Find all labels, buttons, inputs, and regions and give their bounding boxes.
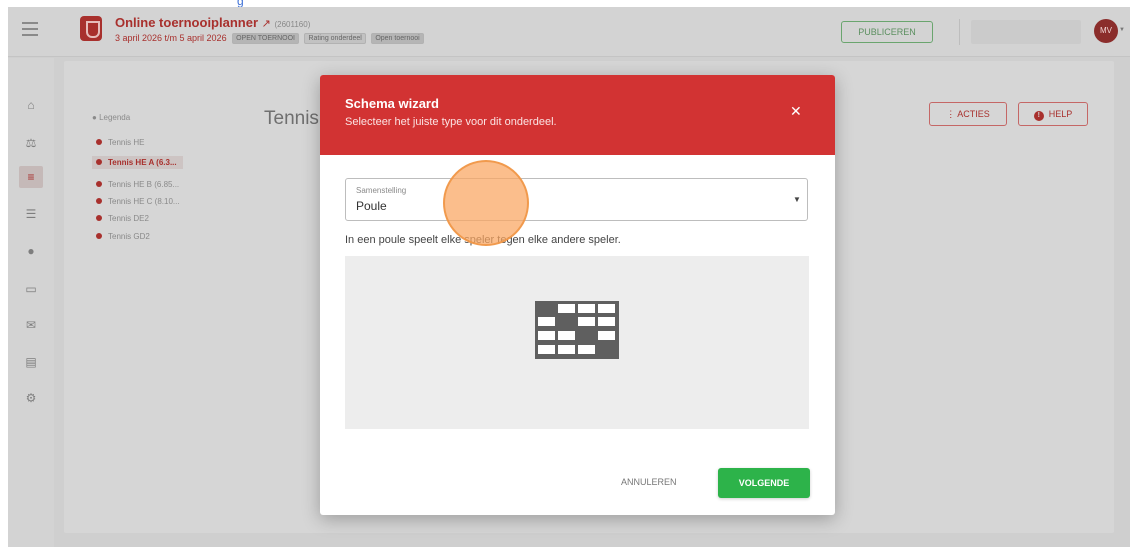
- list-item[interactable]: Tennis HE C (8.10...: [96, 197, 180, 206]
- dot-icon: [96, 198, 102, 204]
- top-bar: Online toernooiplanner ↗ (2601160) 3 apr…: [8, 7, 1130, 57]
- list-item-active[interactable]: Tennis HE A (6.3...: [92, 156, 183, 169]
- bracket-icon[interactable]: ☰: [22, 205, 40, 223]
- list-item[interactable]: Tennis DE2: [96, 214, 149, 223]
- schema-wizard-dialog: Schema wizard Selecteer het juiste type …: [320, 75, 835, 515]
- poule-grid-icon: [535, 301, 619, 359]
- chevron-down-icon[interactable]: ▼: [793, 195, 801, 204]
- rating-badge: Rating onderdeel: [304, 33, 366, 44]
- user-name-box[interactable]: [971, 20, 1081, 44]
- legend-title-text: Legenda: [99, 113, 131, 122]
- close-icon[interactable]: ✕: [790, 103, 802, 120]
- mail-icon[interactable]: ✉: [22, 316, 40, 334]
- ball-icon[interactable]: ●: [22, 242, 40, 260]
- page-title: Tennis: [264, 108, 319, 129]
- print-icon[interactable]: ▤: [22, 353, 40, 371]
- monitor-icon[interactable]: ▭: [22, 280, 40, 298]
- list-item[interactable]: Tennis HE: [96, 138, 144, 147]
- dot-icon: [96, 215, 102, 221]
- type-badge: Open toernooi: [371, 33, 424, 44]
- help-label: HELP: [1048, 109, 1073, 119]
- app-title[interactable]: Online toernooiplanner ↗ (2601160): [115, 15, 310, 30]
- home-icon[interactable]: ⌂: [22, 96, 40, 114]
- samenstelling-select[interactable]: Samenstelling Poule ▼: [345, 178, 808, 221]
- avatar[interactable]: MV: [1094, 19, 1118, 43]
- acties-label: ACTIES: [957, 109, 990, 119]
- dialog-title: Schema wizard: [345, 96, 439, 111]
- settings-icon[interactable]: ⚙: [22, 389, 40, 407]
- schema-preview: [345, 256, 809, 429]
- list-item[interactable]: Tennis HE B (6.85...: [96, 180, 179, 189]
- shield-logo-icon: [80, 16, 102, 41]
- list-item-label: Tennis GD2: [108, 232, 150, 241]
- status-badge: OPEN TOERNOOI: [232, 33, 299, 44]
- dot-icon: [96, 139, 102, 145]
- dot-icon: [96, 159, 102, 165]
- publish-button[interactable]: PUBLICEREN: [841, 21, 933, 43]
- help-button[interactable]: ! HELP: [1018, 102, 1088, 126]
- dot-icon: [96, 233, 102, 239]
- tournament-dates: 3 april 2026 t/m 5 april 2026 OPEN TOERN…: [115, 33, 424, 44]
- hamburger-menu-icon[interactable]: [22, 22, 38, 36]
- cancel-button[interactable]: ANNULEREN: [621, 477, 677, 487]
- next-button[interactable]: VOLGENDE: [718, 468, 810, 498]
- info-icon: !: [1033, 111, 1044, 121]
- list-icon[interactable]: ≡: [19, 166, 43, 188]
- acties-button[interactable]: ⋮ ACTIES: [929, 102, 1007, 126]
- list-item-label: Tennis HE B (6.85...: [108, 180, 180, 189]
- list-item[interactable]: Tennis GD2: [96, 232, 150, 241]
- dot-icon: [96, 181, 102, 187]
- select-value: Poule: [356, 199, 387, 213]
- top-strip: g: [0, 0, 1135, 8]
- date-range: 3 april 2026 t/m 5 april 2026: [115, 33, 227, 43]
- chevron-down-icon[interactable]: ▼: [1119, 27, 1125, 33]
- dialog-subtitle: Selecteer het juiste type voor dit onder…: [345, 116, 557, 128]
- tournament-id: (2601160): [274, 20, 311, 29]
- dialog-header: Schema wizard Selecteer het juiste type …: [320, 75, 835, 155]
- divider: [959, 19, 960, 45]
- list-item-label: Tennis HE: [108, 138, 145, 147]
- schema-description: In een poule speelt elke speler tegen el…: [345, 234, 621, 246]
- icon-rail: ⌂ ⚖ ≡ ☰ ● ▭ ✉ ▤ ⚙: [8, 58, 54, 547]
- more-vertical-icon: ⋮: [946, 109, 956, 119]
- app-title-text: Online toernooiplanner: [115, 15, 259, 30]
- external-link-icon[interactable]: ↗: [262, 18, 271, 30]
- list-item-label: Tennis DE2: [108, 214, 149, 223]
- list-item-label: Tennis HE A (6.3...: [108, 158, 177, 167]
- scale-icon[interactable]: ⚖: [22, 134, 40, 152]
- list-item-label: Tennis HE C (8.10...: [108, 197, 180, 206]
- legend-title: ● Legenda: [92, 113, 131, 122]
- select-label: Samenstelling: [356, 186, 407, 195]
